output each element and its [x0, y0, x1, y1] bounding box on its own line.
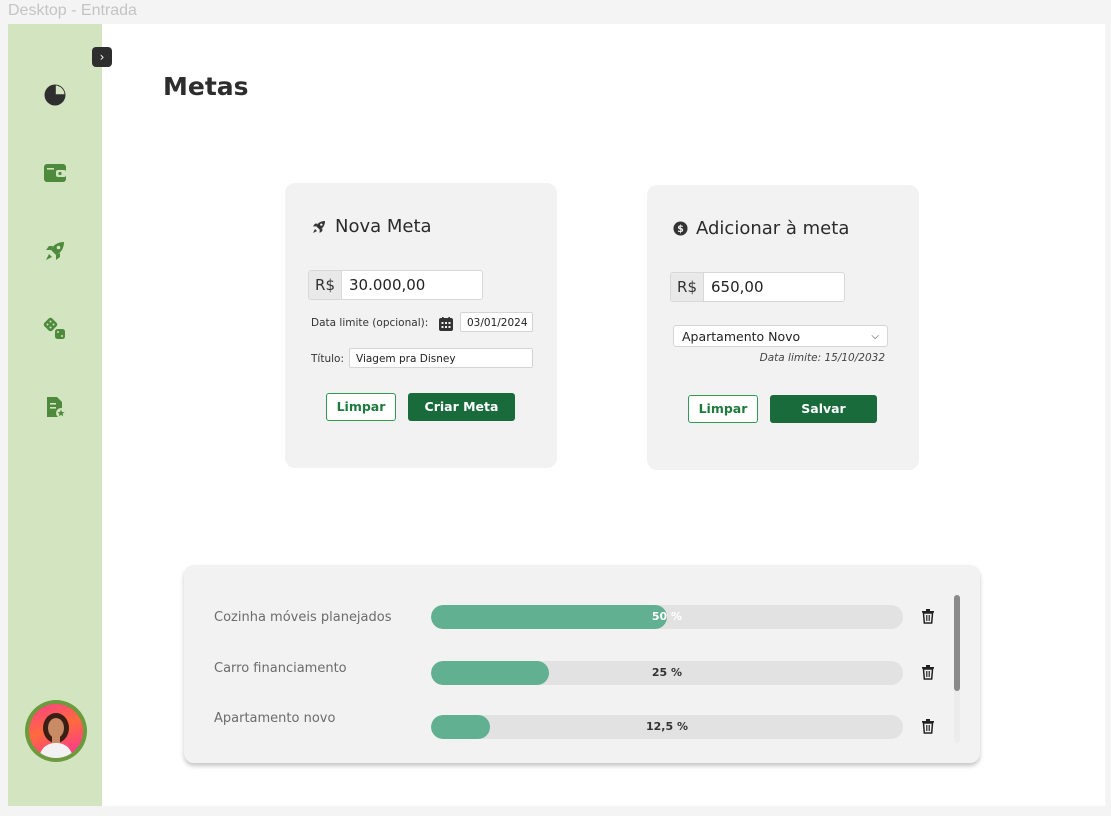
add-amount-value: 650,00 [711, 278, 764, 296]
progress-label: 25 % [651, 666, 683, 679]
goals-progress-card: Cozinha móveis planejados 50 % Carro fin… [184, 565, 980, 763]
add-amount-field[interactable]: R$ 650,00 [670, 272, 845, 302]
svg-text:$: $ [677, 224, 684, 235]
currency-prefix: R$ [671, 273, 704, 301]
sidebar-item-wallet[interactable] [43, 161, 67, 185]
document-star-icon [47, 397, 66, 418]
user-avatar[interactable] [25, 700, 87, 762]
sidebar-item-dashboard[interactable] [43, 83, 67, 107]
calendar-icon [439, 317, 453, 331]
clear-button[interactable]: Limpar [688, 395, 758, 423]
progress-label: 50 % [651, 610, 683, 623]
trash-icon [922, 609, 934, 624]
new-goal-amount-field[interactable]: R$ 30.000,00 [308, 270, 483, 300]
clear-button[interactable]: Limpar [326, 393, 396, 421]
rocket-icon [46, 242, 64, 260]
dice-icon [43, 317, 65, 339]
trash-icon [922, 665, 934, 680]
sidebar [8, 24, 102, 806]
deadline-date-input[interactable]: 03/01/2024 [460, 312, 533, 332]
rocket-icon [313, 220, 325, 233]
create-goal-button[interactable]: Criar Meta [408, 393, 515, 421]
sidebar-item-goals[interactable] [43, 239, 67, 263]
wallet-icon [44, 164, 66, 182]
delete-goal-button[interactable] [920, 608, 936, 624]
save-button[interactable]: Salvar [770, 395, 877, 423]
chevron-down-icon: ⌵ [871, 331, 879, 342]
avatar-photo [29, 704, 83, 758]
progress-bar: 25 % [431, 661, 903, 685]
delete-goal-button[interactable] [920, 664, 936, 680]
app-canvas: › Metas Nova Meta R$ 30.000,00 Data limi… [8, 24, 1105, 806]
progress-bar: 12,5 % [431, 715, 903, 739]
pie-chart-icon [44, 84, 66, 106]
scrollbar-thumb[interactable] [954, 595, 960, 691]
new-goal-title-text: Nova Meta [335, 216, 432, 237]
goal-title-input[interactable]: Viagem pra Disney [349, 348, 533, 368]
deadline-note: Data limite: 15/10/2032 [759, 352, 885, 364]
chevron-right-icon: › [99, 50, 105, 64]
sidebar-item-reports[interactable] [43, 395, 67, 419]
dollar-coin-icon: $ [673, 221, 688, 236]
trash-icon [922, 719, 934, 734]
goal-name: Apartamento novo [214, 711, 336, 726]
add-to-goal-card: $ Adicionar à meta R$ 650,00 Apartamento… [647, 185, 919, 470]
frame-label: Desktop - Entrada [8, 2, 137, 19]
add-to-goal-title-text: Adicionar à meta [696, 218, 850, 239]
currency-prefix: R$ [309, 271, 342, 299]
deadline-label: Data limite (opcional): [311, 317, 429, 329]
calendar-button[interactable] [439, 316, 453, 335]
sidebar-item-games[interactable] [43, 317, 67, 341]
goal-name: Carro financiamento [214, 661, 347, 676]
progress-bar: 50 % [431, 605, 903, 629]
goal-name: Cozinha móveis planejados [214, 610, 392, 625]
sidebar-toggle-button[interactable]: › [92, 47, 112, 67]
new-goal-amount-value: 30.000,00 [349, 276, 426, 294]
progress-label: 12,5 % [646, 720, 688, 733]
add-to-goal-title: $ Adicionar à meta [673, 218, 849, 239]
goal-select[interactable]: Apartamento Novo ⌵ [673, 325, 888, 347]
new-goal-title: Nova Meta [311, 216, 432, 237]
goal-select-value: Apartamento Novo [682, 329, 801, 344]
delete-goal-button[interactable] [920, 718, 936, 734]
page-title: Metas [163, 72, 249, 101]
goal-title-label: Título: [311, 353, 344, 365]
new-goal-card: Nova Meta R$ 30.000,00 Data limite (opci… [285, 183, 557, 468]
